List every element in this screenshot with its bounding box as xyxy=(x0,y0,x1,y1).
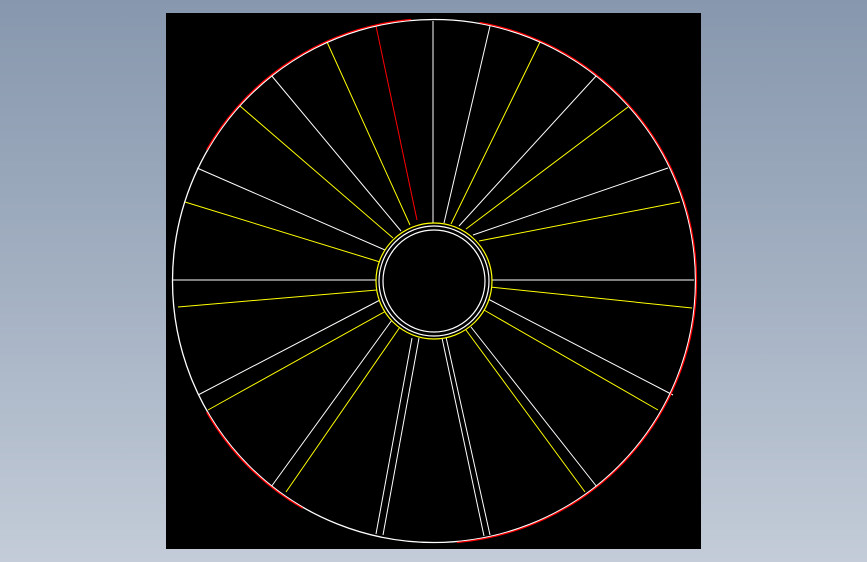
blade-line-18 xyxy=(375,337,413,535)
blade-line-15 xyxy=(445,336,491,536)
outer-rim-arc-left xyxy=(206,411,304,509)
wheel-drawing xyxy=(171,18,698,544)
blade-line-21 xyxy=(207,310,387,411)
blade-line-14 xyxy=(465,329,586,493)
blade-line-12 xyxy=(483,309,659,411)
blade-line-17 xyxy=(382,337,420,536)
blade-line-2 xyxy=(443,25,491,224)
cad-window: { "viewport": { "background": "#000000",… xyxy=(0,0,867,562)
outer-rim-arc-top xyxy=(206,18,412,151)
blade-line-25 xyxy=(184,201,381,263)
blade-line-10 xyxy=(489,286,693,309)
blade-line-27 xyxy=(239,105,394,239)
drawing-viewport[interactable] xyxy=(166,13,701,549)
hub-outer-circle xyxy=(375,222,493,340)
blade-line-4 xyxy=(450,41,541,225)
outer-rim-arc-right xyxy=(456,21,698,544)
blade-line-8 xyxy=(478,201,681,242)
blade-line-29 xyxy=(326,41,411,226)
blade-line-19 xyxy=(285,326,401,493)
blade-line-11 xyxy=(487,298,674,396)
blade-line-28 xyxy=(270,74,402,232)
blade-line-23 xyxy=(177,289,378,308)
blade-line-20 xyxy=(270,319,393,488)
blade-line-26 xyxy=(196,167,386,251)
hub-circles xyxy=(375,222,493,340)
blade-line-13 xyxy=(470,326,598,488)
blade-line-22 xyxy=(197,299,381,396)
blade-line-6 xyxy=(465,106,629,230)
blade-line-16 xyxy=(441,337,485,537)
blade-line-3 xyxy=(375,25,418,221)
blade-line-5 xyxy=(458,74,598,227)
